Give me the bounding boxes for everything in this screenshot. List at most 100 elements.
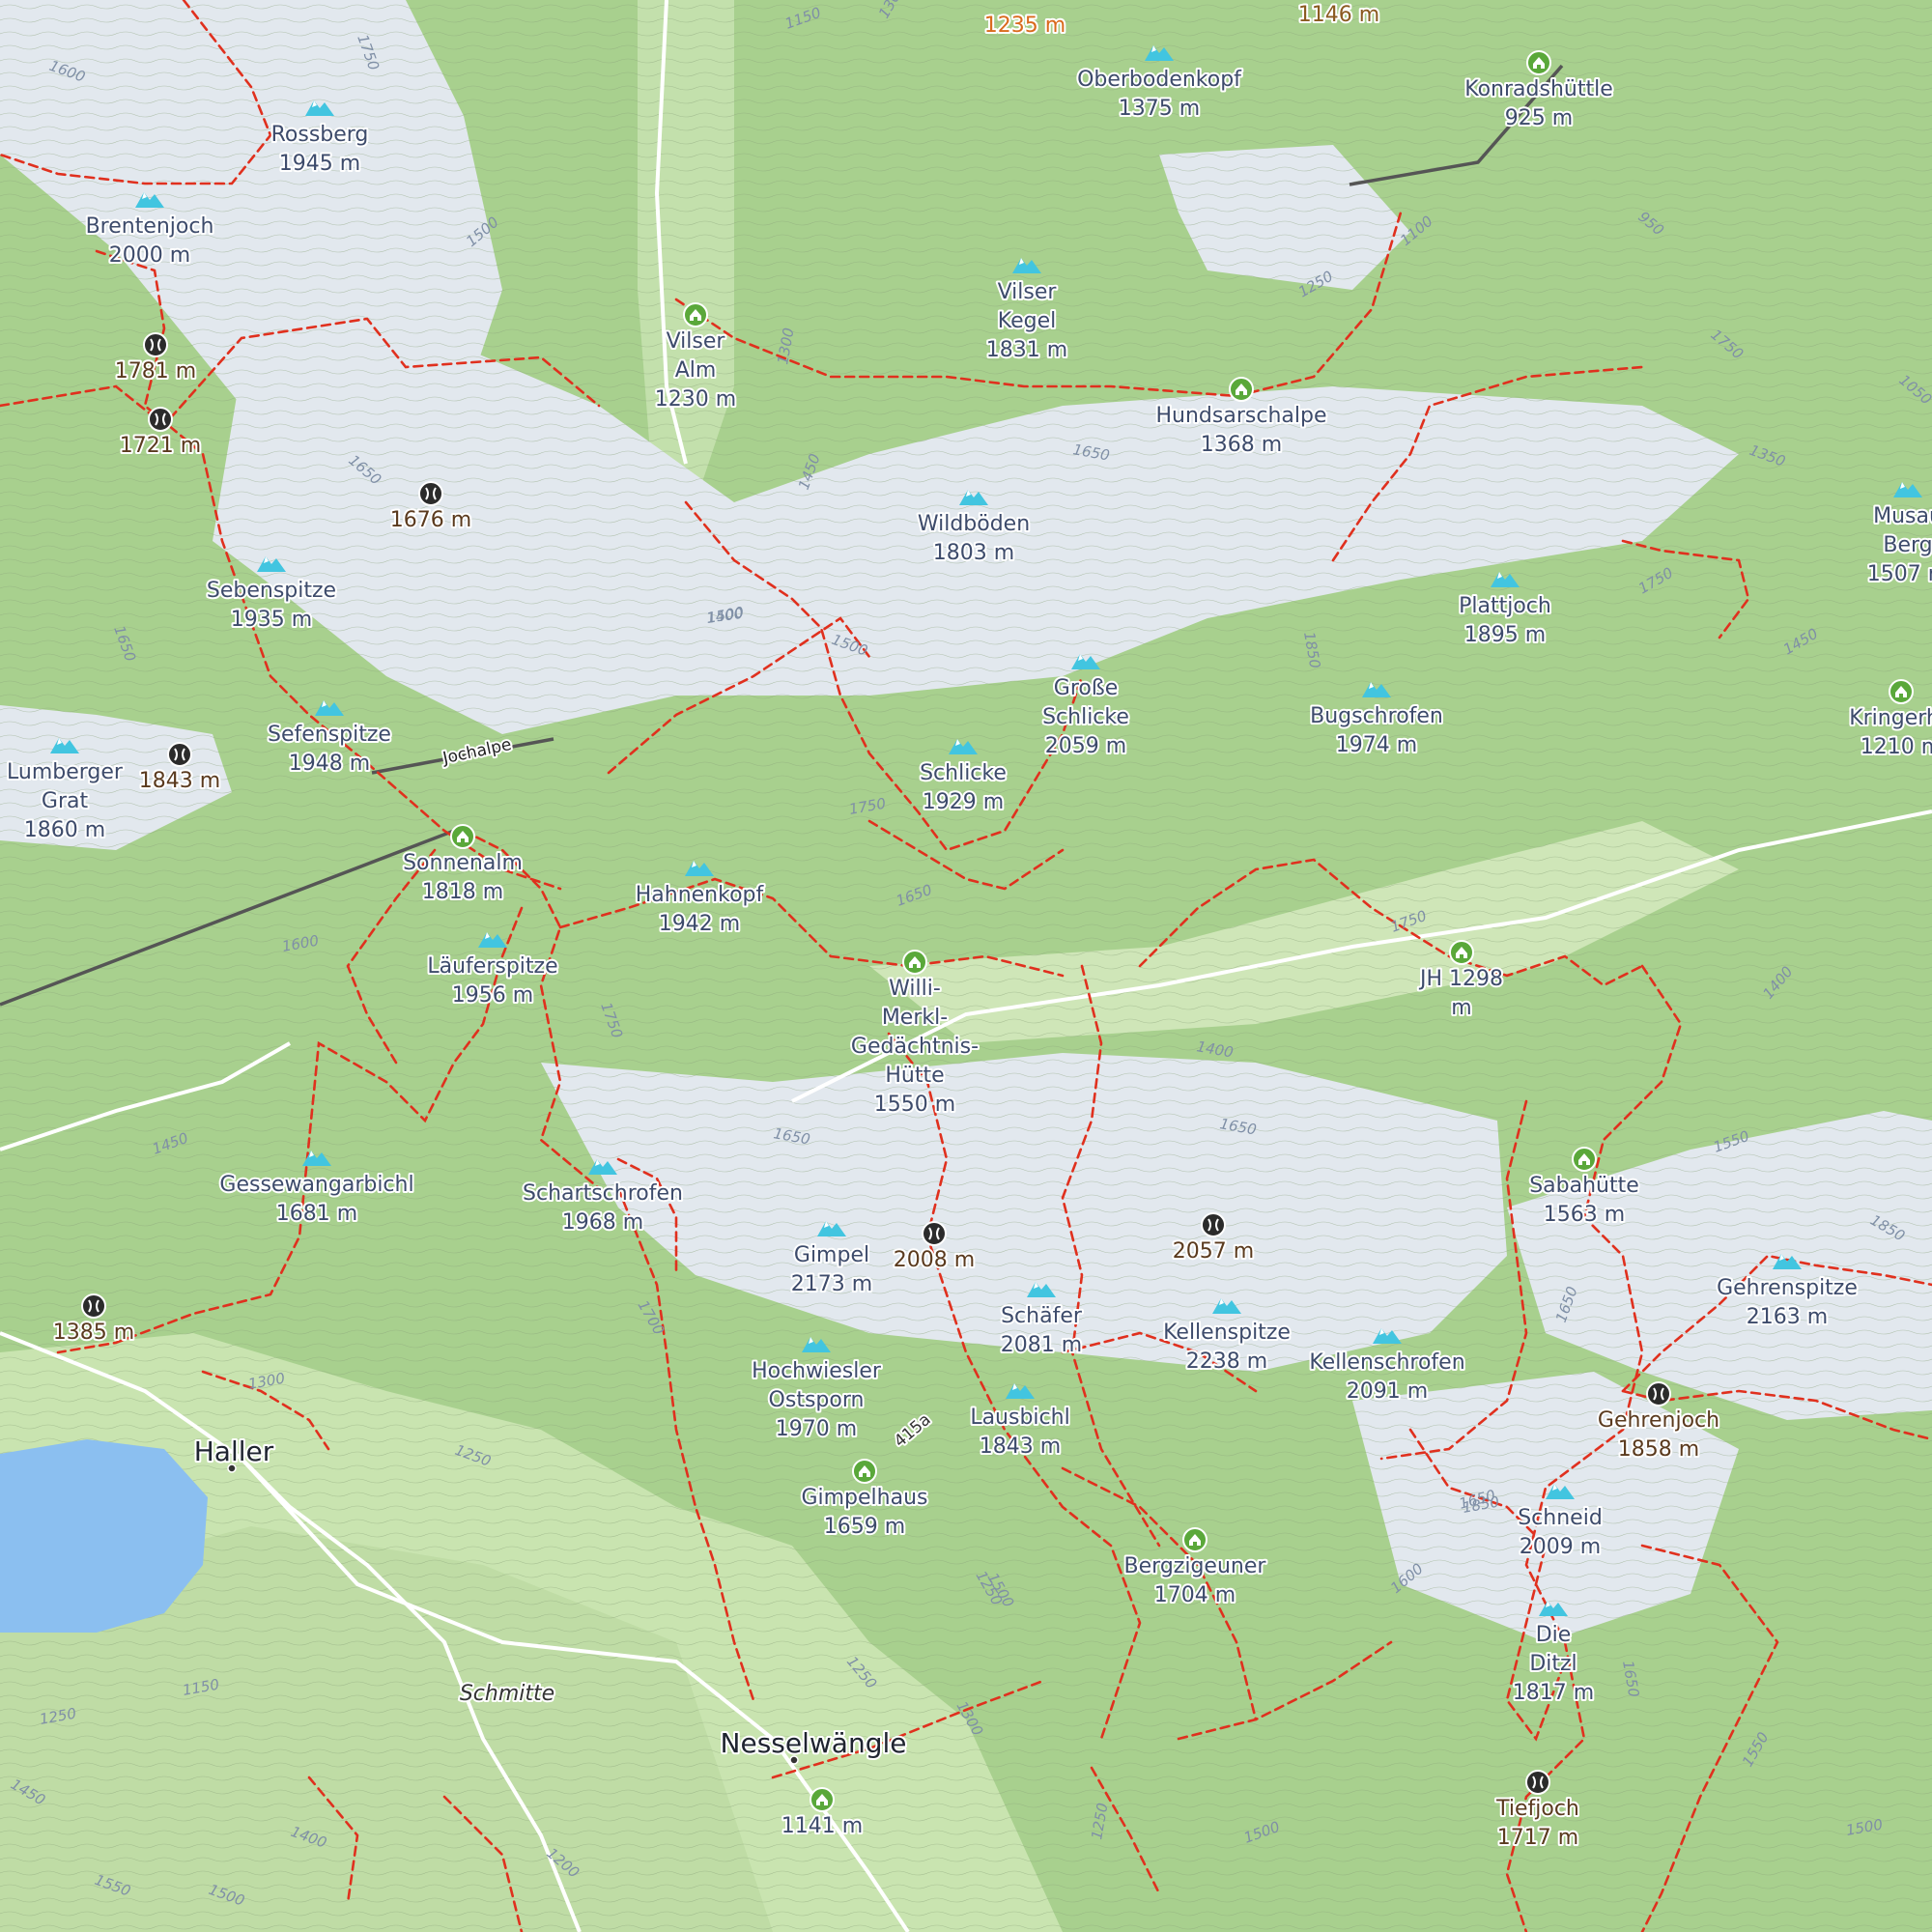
peak-elevation-label: 2059 m bbox=[1045, 734, 1126, 758]
peak-elevation-label: 1942 m bbox=[659, 912, 740, 936]
hut-icon[interactable] bbox=[1526, 50, 1551, 75]
peak-name-label: Plattjoch bbox=[1459, 594, 1551, 618]
peak-name-label: Berg bbox=[1883, 533, 1932, 557]
hut-elevation-label: 1818 m bbox=[422, 880, 503, 904]
hut-elevation-label: 1368 m bbox=[1201, 433, 1282, 457]
peak-name-label: Die bbox=[1536, 1623, 1572, 1647]
peak-name-label: Ditzl bbox=[1529, 1652, 1577, 1676]
hut-name-label: Konradshüttle bbox=[1464, 77, 1612, 101]
peak-name-label: Schlicke bbox=[920, 761, 1007, 785]
hut-elevation-label: 1704 m bbox=[1154, 1583, 1236, 1607]
pass-icon[interactable] bbox=[922, 1221, 947, 1246]
peak-elevation-label: 2238 m bbox=[1186, 1350, 1267, 1374]
hut-elevation-label: 1563 m bbox=[1544, 1203, 1625, 1227]
hut-icon[interactable] bbox=[902, 950, 927, 975]
pass-elevation-label: 1858 m bbox=[1618, 1437, 1699, 1462]
pass-elevation-label: 1781 m bbox=[115, 359, 196, 384]
hut-name-label: Gedächtnis- bbox=[851, 1035, 979, 1059]
pass-name-label: Tiefjoch bbox=[1495, 1797, 1579, 1821]
hut-elevation-label: 1210 m bbox=[1861, 735, 1932, 759]
peak-elevation-label: 1970 m bbox=[776, 1417, 857, 1441]
peak-elevation-label: 2009 m bbox=[1520, 1535, 1601, 1559]
hut-icon[interactable] bbox=[1449, 940, 1474, 965]
map-canvas[interactable]: Jochalpe 1600 1750 1500 1150 1300 1300 1… bbox=[0, 0, 1932, 1932]
peak-name-label: Wildböden bbox=[918, 512, 1030, 536]
peak-name-label: Schartschrofen bbox=[523, 1181, 683, 1206]
peak-name-label: Schneid bbox=[1518, 1506, 1603, 1530]
hut-name-label: Vilser bbox=[667, 329, 726, 354]
hut-icon[interactable] bbox=[1229, 377, 1254, 402]
peak-elevation-label: 2163 m bbox=[1747, 1305, 1828, 1329]
pass-name-label: Gehrenjoch bbox=[1598, 1408, 1719, 1433]
peak-name-label: Gehrenspitze bbox=[1717, 1276, 1858, 1300]
peak-name-label: Gimpel bbox=[794, 1243, 869, 1267]
town-label-nesselwaengle[interactable]: Nesselwängle bbox=[719, 1725, 909, 1761]
peak-name-label: Musau bbox=[1873, 504, 1932, 528]
peak-name-label: Ostsporn bbox=[769, 1388, 865, 1412]
hut-name-label: Kringerhu bbox=[1849, 706, 1932, 730]
peak-name-label: Läuferspitze bbox=[427, 954, 557, 979]
hut-elevation-label: 1230 m bbox=[655, 387, 736, 412]
pass-elevation-label: 1843 m bbox=[139, 769, 220, 793]
place-label-schmitte[interactable]: Schmitte bbox=[458, 1680, 556, 1708]
hut-icon[interactable] bbox=[1572, 1147, 1597, 1172]
pass-icon[interactable] bbox=[167, 742, 192, 767]
pass-icon[interactable] bbox=[1525, 1770, 1550, 1795]
peak-name-label: Lausbichl bbox=[970, 1406, 1069, 1430]
peak-name-label: Bugschrofen bbox=[1310, 704, 1443, 728]
peak-elevation-label: 1956 m bbox=[452, 983, 533, 1008]
peak-name-label: Schäfer bbox=[1001, 1304, 1083, 1328]
peak-name-label: Hahnenkopf bbox=[636, 883, 765, 907]
peak-name-label: Sefenspitze bbox=[268, 723, 391, 747]
peak-elevation-label: 1974 m bbox=[1336, 733, 1417, 757]
hut-icon[interactable] bbox=[450, 824, 475, 849]
peak-elevation-label: 1935 m bbox=[231, 608, 312, 632]
peak-elevation-label: 1843 m bbox=[980, 1435, 1061, 1459]
peak-elevation-label: 2173 m bbox=[791, 1272, 872, 1296]
peak-elevation-label: 1375 m bbox=[1119, 97, 1200, 121]
elevation-label: 1146 m bbox=[1298, 3, 1379, 27]
peak-elevation-label: 2081 m bbox=[1001, 1333, 1082, 1357]
peak-name-label: Große bbox=[1054, 676, 1118, 700]
hut-name-label: Hütte bbox=[885, 1064, 944, 1088]
town-label-haller[interactable]: Haller bbox=[192, 1434, 276, 1469]
peak-elevation-label: 1860 m bbox=[24, 818, 105, 842]
pass-elevation-label: 2008 m bbox=[894, 1248, 975, 1272]
peak-elevation-label: 1968 m bbox=[562, 1210, 643, 1235]
peak-name-label: Kellenschrofen bbox=[1309, 1350, 1464, 1375]
peak-elevation-label: 1681 m bbox=[276, 1202, 357, 1226]
peak-elevation-label: 1945 m bbox=[279, 152, 360, 176]
peak-elevation-label: 1948 m bbox=[289, 752, 370, 776]
hut-elevation-label: 1141 m bbox=[781, 1814, 863, 1838]
hut-elevation-label: 925 m bbox=[1505, 106, 1573, 130]
hut-elevation-label: 1659 m bbox=[824, 1515, 905, 1539]
hut-elevation-label: 1550 m bbox=[874, 1093, 955, 1117]
hut-icon[interactable] bbox=[810, 1787, 835, 1812]
peak-elevation-label: 2091 m bbox=[1347, 1379, 1428, 1404]
peak-name-label: Schlicke bbox=[1042, 705, 1129, 729]
hut-icon[interactable] bbox=[1182, 1527, 1208, 1552]
pass-icon[interactable] bbox=[81, 1293, 106, 1319]
peak-name-label: Gessewangarbichl bbox=[219, 1173, 413, 1197]
peak-name-label: Kellenspitze bbox=[1163, 1321, 1291, 1345]
pass-icon[interactable] bbox=[148, 407, 173, 432]
hut-name-label: Bergzigeuner bbox=[1124, 1554, 1267, 1578]
elevation-label: 1235 m bbox=[984, 14, 1065, 38]
pass-icon[interactable] bbox=[418, 481, 443, 506]
pass-icon[interactable] bbox=[143, 332, 168, 357]
hut-elevation-label: m bbox=[1451, 996, 1471, 1020]
pass-icon[interactable] bbox=[1646, 1381, 1671, 1406]
pass-icon[interactable] bbox=[1201, 1212, 1226, 1237]
peak-name-label: Sebenspitze bbox=[207, 579, 336, 603]
pass-elevation-label: 2057 m bbox=[1173, 1239, 1254, 1264]
pass-elevation-label: 1717 m bbox=[1497, 1826, 1578, 1850]
hut-icon[interactable] bbox=[852, 1459, 877, 1484]
hut-name-label: Gimpelhaus bbox=[801, 1486, 927, 1510]
peak-name-label: Brentenjoch bbox=[86, 214, 214, 239]
hut-name-label: Sonnenalm bbox=[403, 851, 523, 875]
pass-elevation-label: 1385 m bbox=[53, 1321, 134, 1345]
hut-icon[interactable] bbox=[683, 302, 708, 327]
peak-elevation-label: 1929 m bbox=[923, 790, 1004, 814]
peak-elevation-label: 1831 m bbox=[986, 338, 1067, 362]
hut-icon[interactable] bbox=[1889, 679, 1914, 704]
